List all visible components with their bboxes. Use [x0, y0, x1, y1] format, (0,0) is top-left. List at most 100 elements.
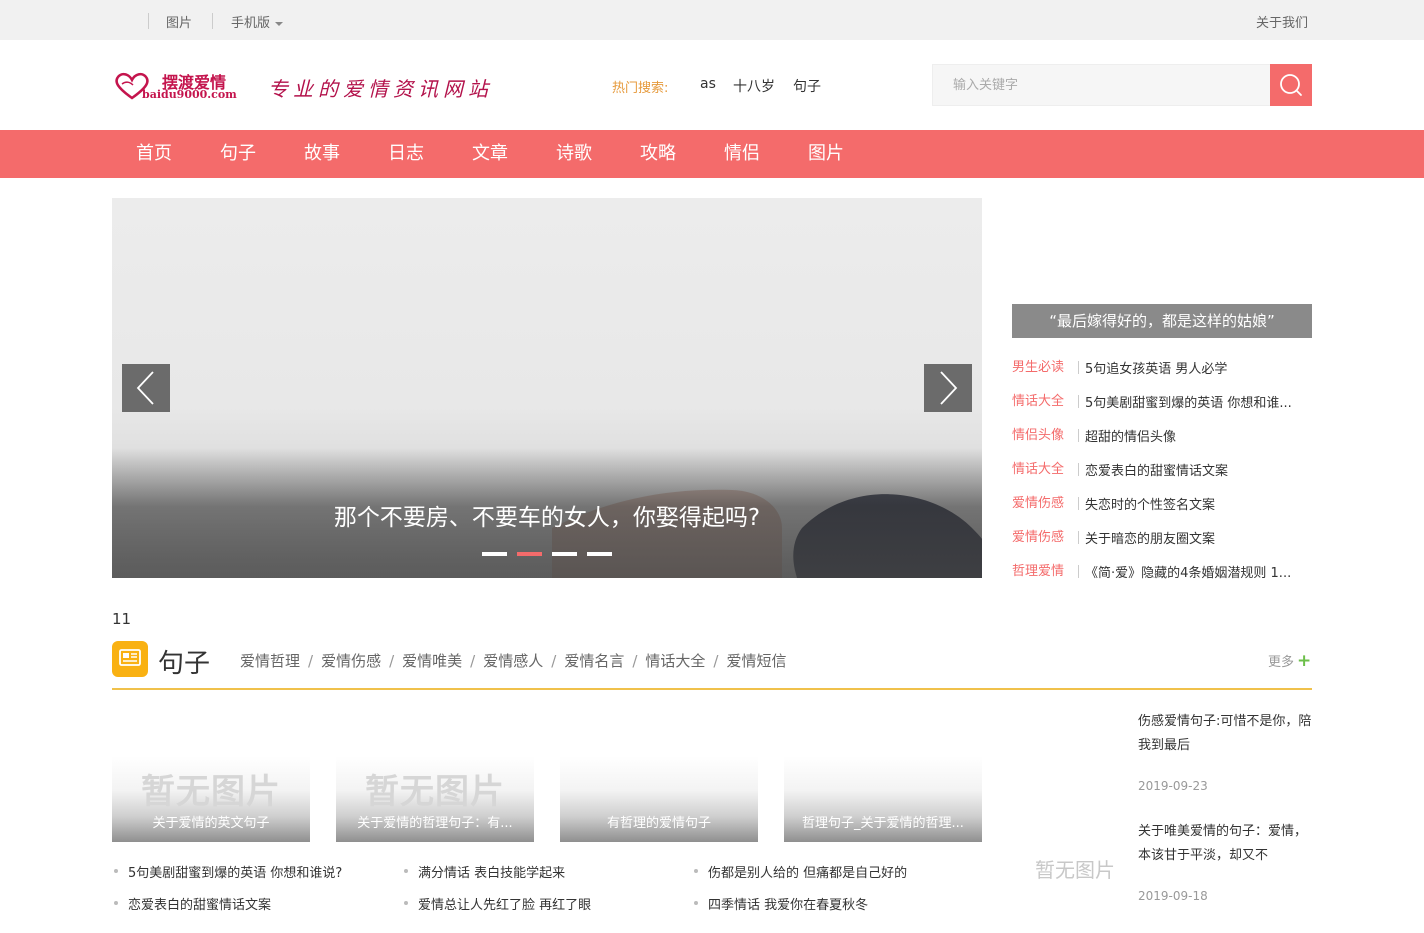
hot-search-item[interactable]: 句子	[793, 76, 821, 96]
search-button[interactable]	[1270, 64, 1312, 106]
list-item[interactable]: 伤都是别人给的 但痛都是自己好的	[693, 862, 907, 881]
separator: /	[308, 652, 314, 670]
slide-prev-button[interactable]	[122, 364, 170, 412]
separator: /	[389, 652, 395, 670]
top-link-mobile-label: 手机版	[231, 16, 271, 31]
slide-dot[interactable]	[552, 552, 577, 556]
list-item[interactable]: 恋爱表白的甜蜜情话文案	[113, 894, 271, 913]
separator: /	[632, 652, 638, 670]
image-card[interactable]: 哲理句子_关于爱情的哲理...	[784, 756, 982, 842]
list-item[interactable]: 哲理爱情 《简·爱》隐藏的4条婚姻潜规则 1...	[1012, 560, 1312, 580]
top-bar: 图片 手机版 关于我们	[0, 0, 1424, 40]
nav-item-guides[interactable]: 攻略	[640, 130, 676, 178]
search-box	[932, 64, 1270, 106]
card-caption[interactable]: 关于爱情的英文句子	[112, 812, 310, 831]
slide-dot[interactable]	[482, 552, 507, 556]
nav-item-diary[interactable]: 日志	[388, 130, 424, 178]
hot-search-item[interactable]: 十八岁	[733, 76, 775, 96]
divider	[1078, 497, 1079, 510]
hot-search-item[interactable]: as	[700, 76, 716, 92]
no-image-placeholder: 暂无图片	[1035, 858, 1115, 882]
list-item-category[interactable]: 情话大全	[1012, 390, 1078, 409]
section-tag[interactable]: 爱情唯美	[402, 652, 462, 670]
image-card[interactable]: 暂无图片 关于爱情的英文句子	[112, 756, 310, 842]
nav-item-pictures[interactable]: 图片	[808, 130, 844, 178]
list-item[interactable]: 爱情伤感 关于暗恋的朋友圈文案	[1012, 526, 1312, 546]
separator: /	[551, 652, 557, 670]
side-article-title[interactable]: 伤感爱情句子:可惜不是你，陪我到最后	[1138, 710, 1312, 758]
no-image-placeholder: 暂无图片	[365, 772, 505, 812]
top-link-mobile[interactable]: 手机版	[231, 12, 284, 31]
list-item-category[interactable]: 情话大全	[1012, 458, 1078, 477]
slide-dots	[482, 552, 612, 558]
nav-item-poems[interactable]: 诗歌	[556, 130, 592, 178]
card-caption[interactable]: 有哲理的爱情句子	[560, 812, 758, 831]
list-item-title[interactable]: 超甜的情侣头像	[1085, 426, 1307, 444]
list-item[interactable]: 爱情伤感 失恋时的个性签名文案	[1012, 492, 1312, 512]
header: 摆渡爱情 baidu9000.com 专业的爱情资讯网站 热门搜索: as 十八…	[0, 40, 1424, 130]
divider	[148, 13, 149, 29]
card-caption[interactable]: 关于爱情的哲理句子：有...	[336, 812, 534, 831]
list-item-title[interactable]: 5句美剧甜蜜到爆的英语 你想和谁...	[1085, 392, 1307, 410]
hot-search-label: 热门搜索:	[612, 81, 669, 96]
top-link-about[interactable]: 关于我们	[1256, 12, 1308, 31]
section-tag[interactable]: 爱情感人	[483, 652, 543, 670]
section-tag[interactable]: 情话大全	[645, 652, 705, 670]
hero-slider[interactable]: 那个不要房、不要车的女人，你娶得起吗?	[112, 198, 982, 578]
site-logo[interactable]: 摆渡爱情 baidu9000.com	[112, 66, 246, 106]
section-tag[interactable]: 爱情短信	[726, 652, 786, 670]
slide-dot-active[interactable]	[517, 552, 542, 556]
list-item-category[interactable]: 爱情伤感	[1012, 492, 1078, 511]
list-item[interactable]: 爱情总让人先红了脸 再红了眼	[403, 894, 591, 913]
slide-dot[interactable]	[587, 552, 612, 556]
slide-next-button[interactable]	[924, 364, 972, 412]
section-icon	[112, 641, 148, 677]
separator: /	[713, 652, 719, 670]
search-input[interactable]	[933, 65, 1270, 105]
side-article-date: 2019-09-18	[1138, 889, 1208, 903]
divider	[212, 13, 213, 29]
nav-item-articles[interactable]: 文章	[472, 130, 508, 178]
list-item-category[interactable]: 哲理爱情	[1012, 560, 1078, 579]
nav-item-couples[interactable]: 情侣	[724, 130, 760, 178]
list-item[interactable]: 男生必读 5句追女孩英语 男人必学	[1012, 356, 1312, 376]
feature-title[interactable]: “最后嫁得好的，都是这样的姑娘”	[1012, 304, 1312, 338]
card-caption[interactable]: 哲理句子_关于爱情的哲理...	[784, 812, 982, 831]
section-title[interactable]: 句子	[158, 643, 210, 680]
nav-item-home[interactable]: 首页	[136, 130, 172, 178]
slide-caption[interactable]: 那个不要房、不要车的女人，你娶得起吗?	[112, 498, 982, 532]
list-item-title[interactable]: 失恋时的个性签名文案	[1085, 494, 1307, 512]
side-article-date: 2019-09-23	[1138, 779, 1208, 793]
image-card[interactable]: 有哲理的爱情句子	[560, 756, 758, 842]
divider	[1078, 429, 1079, 442]
nav-item-stories[interactable]: 故事	[304, 130, 340, 178]
list-item[interactable]: 5句美剧甜蜜到爆的英语 你想和谁说?	[113, 862, 342, 881]
list-item-title[interactable]: 5句追女孩英语 男人必学	[1085, 358, 1307, 376]
site-slogan: 专业的爱情资讯网站	[268, 77, 493, 101]
more-link[interactable]: 更多 +	[1268, 651, 1311, 671]
list-item-category[interactable]: 爱情伤感	[1012, 526, 1078, 545]
nav-item-sentences[interactable]: 句子	[220, 130, 256, 178]
divider	[1078, 463, 1079, 476]
list-item-title[interactable]: 关于暗恋的朋友圈文案	[1085, 528, 1307, 546]
list-item[interactable]: 四季情话 我爱你在春夏秋冬	[693, 894, 868, 913]
list-item-category[interactable]: 男生必读	[1012, 356, 1078, 375]
list-item-category[interactable]: 情侣头像	[1012, 424, 1078, 443]
separator: /	[470, 652, 476, 670]
section-tag[interactable]: 爱情名言	[564, 652, 624, 670]
list-item[interactable]: 情话大全 恋爱表白的甜蜜情话文案	[1012, 458, 1312, 478]
list-item[interactable]: 情侣头像 超甜的情侣头像	[1012, 424, 1312, 444]
plus-icon: +	[1297, 651, 1312, 671]
list-item-title[interactable]: 恋爱表白的甜蜜情话文案	[1085, 460, 1307, 478]
top-link-pics[interactable]: 图片	[166, 12, 192, 31]
section-tag[interactable]: 爱情哲理	[240, 652, 300, 670]
list-item-title[interactable]: 《简·爱》隐藏的4条婚姻潜规则 1...	[1085, 562, 1307, 580]
image-card[interactable]: 暂无图片 关于爱情的哲理句子：有...	[336, 756, 534, 842]
section-tags: 爱情哲理 / 爱情伤感 / 爱情唯美 / 爱情感人 / 爱情名言 / 情话大全 / 爱情短信	[240, 650, 786, 671]
divider	[1078, 395, 1079, 408]
section-tag[interactable]: 爱情伤感	[321, 652, 381, 670]
book-icon	[119, 649, 141, 666]
list-item[interactable]: 满分情话 表白技能学起来	[403, 862, 565, 881]
side-article-title[interactable]: 关于唯美爱情的句子：爱情，本该甘于平淡，却又不	[1138, 820, 1312, 868]
list-item[interactable]: 情话大全 5句美剧甜蜜到爆的英语 你想和谁...	[1012, 390, 1312, 410]
